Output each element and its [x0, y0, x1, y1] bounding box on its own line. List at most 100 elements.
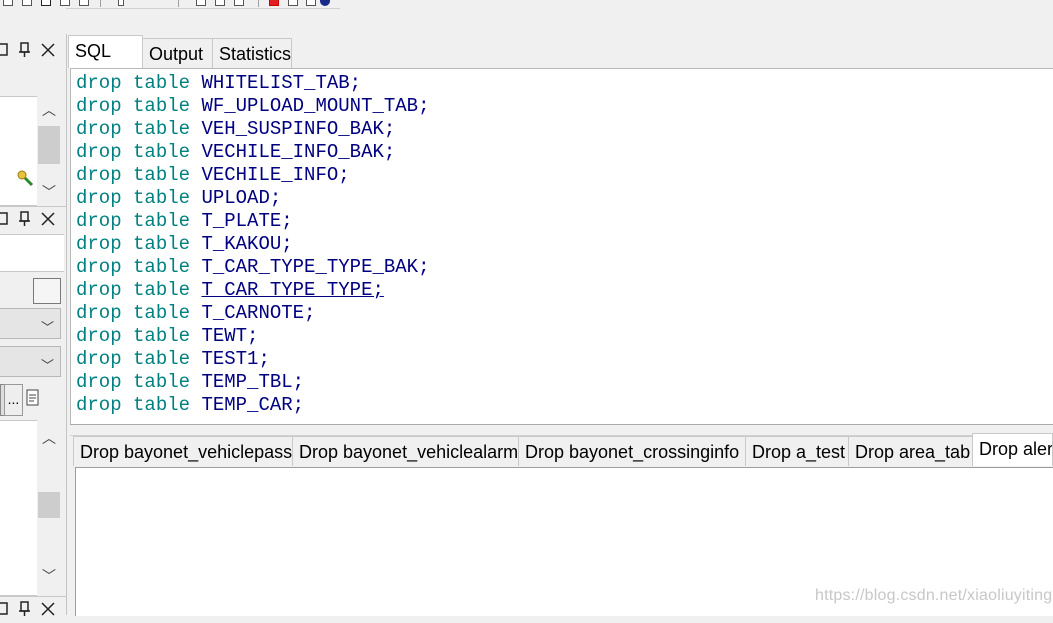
toolbar-button[interactable]: [118, 0, 124, 6]
toolbar-button[interactable]: [60, 0, 70, 6]
sql-keyword: drop: [76, 164, 122, 186]
watermark: https://blog.csdn.net/xiaoliuyiting: [815, 587, 1053, 604]
code-line[interactable]: drop table T_CAR_TYPE_TYPE_BAK;: [76, 256, 429, 279]
sql-keyword: table: [133, 348, 191, 370]
table-name: VECHILE_INFO;: [201, 164, 350, 186]
sql-keyword: drop: [76, 233, 122, 255]
chevron-up-icon[interactable]: ︿: [41, 431, 57, 445]
table-name: T_CAR_TYPE_TYPE_BAK;: [201, 256, 430, 278]
owner-select[interactable]: ﹀: [0, 308, 61, 339]
toolbar-button[interactable]: [41, 0, 51, 6]
document-icon[interactable]: [25, 387, 41, 411]
vertical-scrollbar[interactable]: ︿ ﹀: [37, 96, 61, 206]
pin-icon[interactable]: [18, 211, 32, 227]
panel-splitter[interactable]: [66, 34, 67, 615]
sql-keyword: drop: [76, 95, 122, 117]
code-line[interactable]: drop table TEST1;: [76, 348, 270, 371]
toolbar-button[interactable]: [234, 0, 244, 6]
toolbar-button[interactable]: [306, 0, 316, 6]
sql-keyword: drop: [76, 141, 122, 163]
table-name: T_KAKOU;: [201, 233, 293, 255]
minimize-icon[interactable]: [0, 212, 10, 226]
tab-result[interactable]: Drop area_tab: [848, 436, 973, 466]
sql-keyword: table: [133, 302, 191, 324]
sql-keyword: table: [133, 72, 191, 94]
scrollbar-thumb[interactable]: [38, 492, 60, 518]
chevron-down-icon[interactable]: ﹀: [41, 185, 57, 199]
code-line[interactable]: drop table TEMP_TBL;: [76, 371, 304, 394]
scrollbar-thumb[interactable]: [38, 126, 60, 164]
sql-keyword: table: [133, 187, 191, 209]
sql-keyword: table: [133, 371, 191, 393]
sql-keyword: drop: [76, 394, 122, 416]
sql-keyword: drop: [76, 256, 122, 278]
object-tree[interactable]: [0, 96, 37, 206]
tab-result[interactable]: Drop bayonet_vehiclealarm: [292, 436, 519, 466]
browse-button[interactable]: ...: [4, 384, 23, 416]
sql-keyword: table: [133, 233, 191, 255]
close-icon[interactable]: [41, 602, 55, 616]
sql-keyword: drop: [76, 348, 122, 370]
sql-editor[interactable]: drop table WHITELIST_TAB; drop table WF_U…: [70, 68, 1053, 425]
code-line[interactable]: drop table TEMP_CAR;: [76, 394, 304, 417]
stop-icon[interactable]: [269, 0, 279, 6]
tab-result-active[interactable]: Drop aler: [972, 433, 1053, 466]
panel-header: [0, 38, 66, 64]
table-name: T_CARNOTE;: [201, 302, 316, 324]
sql-keyword: drop: [76, 371, 122, 393]
code-line[interactable]: drop table WF_UPLOAD_MOUNT_TAB;: [76, 95, 429, 118]
minimize-icon[interactable]: [0, 602, 10, 616]
table-name: UPLOAD;: [201, 187, 282, 209]
code-line[interactable]: drop table T_CAR_TYPE_TYPE;: [76, 279, 384, 302]
help-icon[interactable]: [320, 0, 330, 6]
chevron-down-icon[interactable]: ﹀: [41, 569, 57, 583]
code-line[interactable]: drop table TEWT;: [76, 325, 258, 348]
sql-keyword: table: [133, 210, 191, 232]
sql-keyword: drop: [76, 187, 122, 209]
sql-keyword: drop: [76, 210, 122, 232]
code-line[interactable]: drop table WHITELIST_TAB;: [76, 72, 361, 95]
close-icon[interactable]: [41, 212, 55, 226]
chevron-up-icon[interactable]: ︿: [41, 103, 57, 117]
sql-keyword: table: [133, 256, 191, 278]
toolbar-button[interactable]: [3, 0, 13, 6]
code-line[interactable]: drop table VEH_SUSPINFO_BAK;: [76, 118, 395, 141]
object-list[interactable]: [0, 420, 37, 596]
table-name: T_CAR_TYPE_TYPE;: [201, 279, 384, 301]
sql-keyword: table: [133, 279, 191, 301]
tab-statistics[interactable]: Statistics: [212, 38, 292, 68]
editor-results-splitter[interactable]: [70, 424, 1053, 436]
tab-result[interactable]: Drop a_test: [745, 436, 849, 466]
left-panel: ︿ ﹀ ﹀ ﹀ ... ︿ ﹀: [0, 8, 66, 616]
key-icon: [17, 170, 34, 187]
vertical-scrollbar[interactable]: ︿ ﹀: [37, 420, 61, 596]
pin-icon[interactable]: [18, 42, 32, 58]
tab-sql[interactable]: SQL: [68, 35, 143, 68]
close-icon[interactable]: [41, 43, 55, 57]
minimize-icon[interactable]: [0, 43, 10, 57]
code-line[interactable]: drop table T_KAKOU;: [76, 233, 293, 256]
sql-keyword: drop: [76, 72, 122, 94]
code-line[interactable]: drop table VECHILE_INFO_BAK;: [76, 141, 395, 164]
code-line[interactable]: drop table UPLOAD;: [76, 187, 281, 210]
type-select[interactable]: ﹀: [0, 346, 61, 377]
tab-output[interactable]: Output: [142, 38, 213, 68]
tab-result[interactable]: Drop bayonet_crossinginfo: [518, 436, 746, 466]
chevron-down-icon: ﹀: [40, 320, 54, 335]
code-line[interactable]: drop table T_CARNOTE;: [76, 302, 315, 325]
toolbar-button[interactable]: [79, 0, 89, 6]
toolbar-button[interactable]: [22, 0, 32, 6]
checkbox[interactable]: [33, 278, 61, 304]
filter-input[interactable]: [0, 234, 64, 272]
toolbar-button[interactable]: [215, 0, 225, 6]
table-name: TEWT;: [201, 325, 259, 347]
table-name: TEMP_CAR;: [201, 394, 305, 416]
code-line[interactable]: drop table T_PLATE;: [76, 210, 293, 233]
sql-keyword: drop: [76, 118, 122, 140]
tab-result[interactable]: Drop bayonet_vehiclepass: [73, 436, 293, 466]
toolbar-button[interactable]: [196, 0, 206, 6]
sql-keyword: table: [133, 394, 191, 416]
table-name: WHITELIST_TAB;: [201, 72, 362, 94]
code-line[interactable]: drop table VECHILE_INFO;: [76, 164, 350, 187]
toolbar-button[interactable]: [288, 0, 298, 6]
